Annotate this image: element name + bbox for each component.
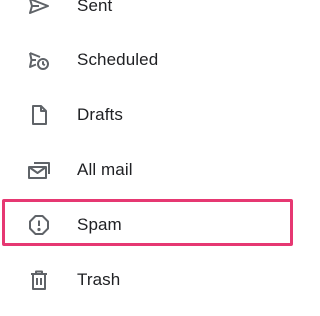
- nav-item-label: Spam: [77, 215, 122, 234]
- send-icon: [27, 0, 51, 18]
- nav-item-sent[interactable]: Sent: [0, 0, 300, 26]
- nav-item-scheduled[interactable]: Scheduled: [0, 40, 300, 80]
- trash-icon: [27, 268, 51, 292]
- nav-item-label: All mail: [77, 160, 133, 179]
- spam-icon: [27, 213, 51, 237]
- nav-item-label: Drafts: [77, 105, 123, 124]
- nav-item-label: Sent: [77, 0, 113, 15]
- draft-icon: [27, 103, 51, 127]
- nav-item-label: Trash: [77, 270, 121, 289]
- all-mail-icon: [27, 158, 51, 182]
- nav-item-spam[interactable]: Spam: [0, 205, 300, 245]
- nav-item-drafts[interactable]: Drafts: [0, 95, 300, 135]
- nav-item-label: Scheduled: [77, 50, 159, 69]
- nav-item-trash[interactable]: Trash: [0, 260, 300, 300]
- scheduled-send-icon: [27, 48, 51, 72]
- nav-item-all-mail[interactable]: All mail: [0, 150, 300, 190]
